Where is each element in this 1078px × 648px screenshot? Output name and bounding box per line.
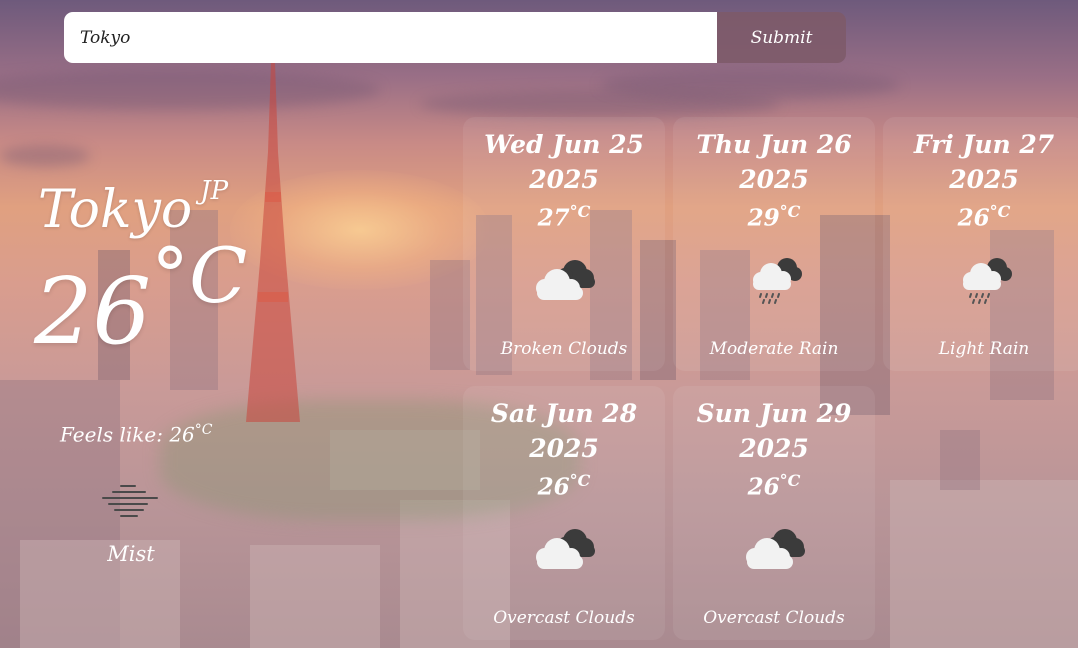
- feels-like: Feels like: 26°C: [60, 422, 212, 447]
- forecast-card: Wed Jun 25 2025 27°C Broken Clouds: [463, 117, 665, 371]
- forecast-description: Light Rain: [938, 339, 1030, 359]
- rain-icon: [963, 257, 1012, 304]
- forecast-description: Overcast Clouds: [493, 608, 635, 628]
- mist-icon: [102, 482, 158, 518]
- forecast-description: Moderate Rain: [709, 339, 839, 359]
- forecast-temp-value: 27: [537, 204, 570, 232]
- forecast-temp-value: 26: [537, 473, 570, 501]
- forecast-date: Fri Jun 27: [913, 130, 1055, 159]
- forecast-description: Overcast Clouds: [703, 608, 845, 628]
- forecast-card: Thu Jun 26 2025 29°C Moderate Rain: [673, 117, 875, 371]
- forecast-card: Fri Jun 27 2025 26°C Light Rain: [883, 117, 1078, 371]
- forecast-temp: 26°C: [463, 466, 665, 503]
- forecast-temp-value: 29: [747, 204, 780, 232]
- forecast-card: Sat Jun 28 2025 26°C Overcast Clouds: [463, 386, 665, 640]
- submit-button[interactable]: Submit: [717, 12, 846, 63]
- forecast-temp-unit: °C: [569, 202, 591, 221]
- forecast-temp: 26°C: [883, 197, 1078, 234]
- search-bar: Submit: [64, 12, 846, 63]
- rain-icon: [753, 257, 802, 304]
- forecast-year: 2025: [949, 165, 1019, 194]
- forecast-date: Sun Jun 29: [696, 399, 852, 428]
- forecast-temp-value: 26: [957, 204, 990, 232]
- forecast-temp-unit: °C: [779, 471, 801, 490]
- city-search-input[interactable]: [64, 12, 717, 63]
- forecast-date: Sat Jun 28: [490, 399, 638, 428]
- forecast-temp: 27°C: [463, 197, 665, 234]
- forecast-year: 2025: [529, 165, 599, 194]
- current-temperature-value: 26: [34, 258, 152, 365]
- current-condition: Mist: [107, 542, 155, 566]
- forecast-year: 2025: [739, 434, 809, 463]
- overcast-clouds-icon: [746, 528, 805, 569]
- forecast-temp: 29°C: [673, 197, 875, 234]
- forecast-card: Sun Jun 29 2025 26°C Overcast Clouds: [673, 386, 875, 640]
- forecast-date: Wed Jun 25: [484, 130, 644, 159]
- current-temperature-unit: °C: [151, 231, 248, 320]
- overcast-clouds-icon: [536, 528, 595, 569]
- forecast-temp-value: 26: [747, 473, 780, 501]
- forecast-description: Broken Clouds: [500, 339, 628, 359]
- current-temperature: 26°C: [34, 238, 247, 358]
- forecast-temp-unit: °C: [569, 471, 591, 490]
- feels-like-text: Feels like: 26: [60, 422, 195, 447]
- tokyo-tower-icon: [246, 62, 300, 422]
- forecast-temp-unit: °C: [989, 202, 1011, 221]
- forecast-temp-unit: °C: [779, 202, 801, 221]
- forecast-year: 2025: [739, 165, 809, 194]
- feels-like-unit: °C: [194, 422, 213, 438]
- broken-clouds-icon: [536, 259, 595, 300]
- forecast-temp: 26°C: [673, 466, 875, 503]
- forecast-date: Thu Jun 26: [696, 130, 852, 159]
- forecast-year: 2025: [529, 434, 599, 463]
- country-code: JP: [200, 176, 229, 206]
